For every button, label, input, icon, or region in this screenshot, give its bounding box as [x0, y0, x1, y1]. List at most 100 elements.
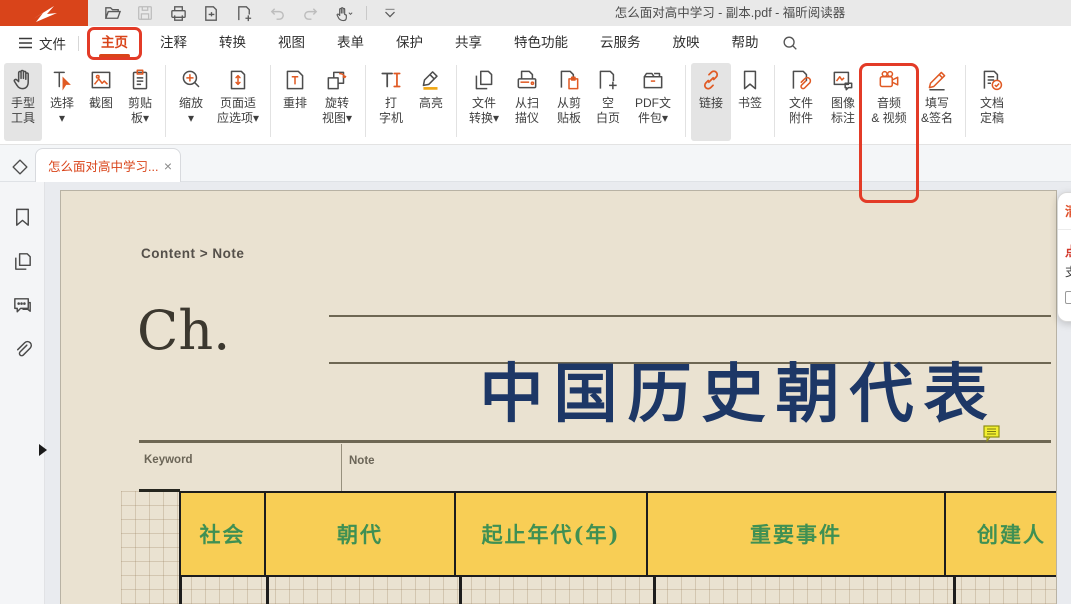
open-folder-icon[interactable] — [102, 3, 122, 23]
breadcrumb: Content > Note — [141, 246, 244, 261]
convert-button[interactable]: 文件转换▾ — [462, 63, 506, 141]
save-icon[interactable] — [135, 3, 155, 23]
snapshot-button[interactable]: 截图 — [82, 63, 120, 141]
tab-convert[interactable]: 转换 — [203, 26, 262, 60]
snapshot-icon — [87, 66, 115, 94]
tab-close-icon[interactable]: × — [164, 158, 172, 174]
ribbon-toolbar: 手型工具 选择▾ 截图 剪贴板▾ 缩放▾ 页面适应选项▾ — [0, 60, 1071, 145]
pdf-page[interactable]: Content > Note Ch. 中国历史朝代表 Keyword Note … — [60, 190, 1057, 604]
blank-page-button[interactable]: 空白页 — [590, 63, 626, 141]
from-scanner-icon — [513, 66, 541, 94]
convert-icon — [470, 66, 498, 94]
notebook-line — [329, 315, 1051, 317]
new-page-icon[interactable] — [234, 3, 254, 23]
rotate-view-button[interactable]: 旋转视图▾ — [314, 63, 360, 141]
tab-home[interactable]: 主页 — [85, 26, 144, 60]
tab-cloud[interactable]: 云服务 — [584, 26, 657, 60]
zoom-button[interactable]: 缩放▾ — [171, 63, 211, 141]
page-thumbnails-icon[interactable] — [11, 250, 34, 273]
audio-video-button[interactable]: 音频& 视频 — [864, 63, 914, 141]
file-menu-label: 文件 — [39, 33, 66, 53]
window-title: 怎么面对高中学习 - 副本.pdf - 福昕阅读器 — [560, 0, 900, 26]
link-button[interactable]: 链接 — [691, 63, 731, 141]
tab-comment[interactable]: 注释 — [144, 26, 203, 60]
tab-features[interactable]: 特色功能 — [498, 26, 584, 60]
document-title: 中国历史朝代表 — [446, 349, 1031, 441]
sticky-note-annotation-icon[interactable] — [983, 425, 1001, 442]
tab-protect[interactable]: 保护 — [380, 26, 439, 60]
clipboard-button[interactable]: 剪贴板▾ — [120, 63, 160, 141]
tab-view[interactable]: 视图 — [262, 26, 321, 60]
content-area: Content > Note Ch. 中国历史朝代表 Keyword Note … — [0, 182, 1071, 604]
print-icon[interactable] — [168, 3, 188, 23]
table-column-border — [653, 577, 656, 604]
hand-tool-icon — [9, 66, 37, 94]
tab-present[interactable]: 放映 — [657, 26, 716, 60]
file-menu[interactable]: 文件 — [18, 33, 66, 53]
menu-bar: 文件 主页 注释 转换 视图 表单 保护 共享 特色功能 云服务 放映 帮助 — [0, 26, 1071, 60]
page-fit-button[interactable]: 页面适应选项▾ — [211, 63, 265, 141]
highlight-icon — [417, 66, 445, 94]
document-tab[interactable]: 怎么面对高中学习... × — [35, 148, 181, 182]
bookmark-button[interactable]: 书签 — [731, 63, 769, 141]
eraser-icon[interactable] — [9, 156, 31, 178]
from-clipboard-icon — [555, 66, 583, 94]
search-icon[interactable] — [781, 34, 799, 52]
highlight-button[interactable]: 高亮 — [411, 63, 451, 141]
from-scanner-button[interactable]: 从扫描仪 — [506, 63, 548, 141]
collapse-ribbon-icon[interactable] — [380, 3, 400, 23]
table-column-border — [266, 577, 269, 604]
note-label: Note — [349, 455, 375, 467]
file-attachment-button[interactable]: 文件附件 — [780, 63, 822, 141]
blank-page-icon — [594, 66, 622, 94]
bookmarks-panel-icon[interactable] — [11, 206, 34, 229]
page-fit-icon — [224, 66, 252, 94]
panel-item-label[interactable]: 点 — [1065, 241, 1071, 260]
tab-share[interactable]: 共享 — [439, 26, 498, 60]
toolbar-divider — [965, 65, 966, 137]
clipboard-icon — [126, 66, 154, 94]
export-page-icon[interactable] — [201, 3, 221, 23]
keyword-label: Keyword — [144, 454, 193, 466]
reflow-button[interactable]: 重排 — [276, 63, 314, 141]
from-clipboard-button[interactable]: 从剪贴板 — [548, 63, 590, 141]
link-icon — [697, 66, 725, 94]
finalize-document-icon — [978, 66, 1006, 94]
panel-expand-handle[interactable] — [39, 444, 47, 456]
toolbar-divider — [774, 65, 775, 137]
toolbar-divider — [165, 65, 166, 137]
hamburger-icon — [18, 37, 33, 49]
table-header-years: 起止年代(年) — [456, 493, 648, 575]
rotate-view-icon — [323, 66, 351, 94]
select-tool-icon — [48, 66, 76, 94]
table-header-society: 社会 — [181, 493, 266, 575]
comments-panel-icon[interactable] — [11, 294, 34, 317]
attachments-panel-icon[interactable] — [11, 338, 34, 361]
foxit-logo[interactable] — [0, 0, 88, 26]
panel-divider — [1058, 229, 1071, 230]
typewriter-button[interactable]: 打字机 — [371, 63, 411, 141]
reflow-icon — [281, 66, 309, 94]
audio-video-icon — [875, 66, 903, 94]
undo-icon[interactable] — [267, 3, 287, 23]
title-bar: 怎么面对高中学习 - 副本.pdf - 福昕阅读器 — [0, 0, 1071, 26]
table-header-events: 重要事件 — [648, 493, 946, 575]
select-tool-button[interactable]: 选择▾ — [42, 63, 82, 141]
active-tab-underline — [99, 54, 130, 58]
finalize-document-button[interactable]: 文档定稿 — [971, 63, 1013, 141]
hand-tool-button[interactable]: 手型工具 — [4, 63, 42, 141]
navigation-panel — [0, 182, 45, 604]
redo-icon[interactable] — [300, 3, 320, 23]
hand-pointer-dropdown-icon[interactable] — [333, 3, 353, 23]
panel-clear-label[interactable]: 清 — [1065, 201, 1071, 220]
table-column-border — [179, 577, 182, 604]
qat-separator — [366, 6, 367, 20]
tab-help[interactable]: 帮助 — [716, 26, 775, 60]
fill-sign-button[interactable]: 填写&签名 — [914, 63, 960, 141]
panel-checkbox[interactable] — [1065, 291, 1071, 304]
image-annotation-button[interactable]: 图像标注 — [822, 63, 864, 141]
menu-separator — [78, 36, 79, 51]
tab-form[interactable]: 表单 — [321, 26, 380, 60]
pdf-portfolio-button[interactable]: PDF文件包▾ — [626, 63, 680, 141]
panel-subtext-label: 支 — [1065, 263, 1071, 280]
